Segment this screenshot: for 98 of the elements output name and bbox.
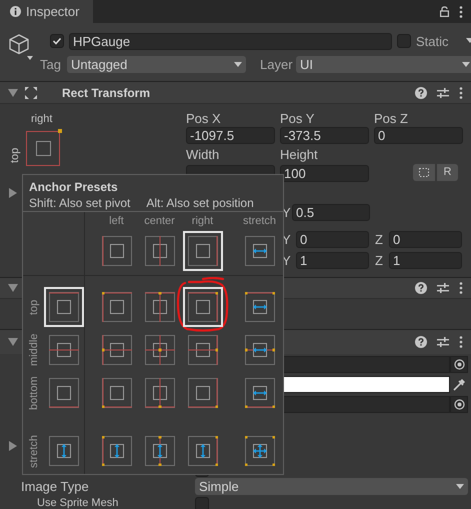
anchor-icon (144, 436, 174, 466)
anchor-icon (244, 378, 274, 408)
checkbox[interactable] (195, 497, 209, 509)
number-field[interactable]: 100 (280, 165, 369, 182)
anchor-icon (144, 292, 174, 322)
collapsed-triangle-icon[interactable] (8, 441, 18, 451)
popup-title: Anchor Presets (29, 181, 119, 193)
anchor-icon (144, 335, 174, 365)
column-label: left (109, 216, 124, 229)
more-options-icon[interactable] (459, 86, 463, 98)
checkbox[interactable] (50, 34, 64, 48)
object-picker-button[interactable] (450, 396, 468, 413)
anchor-icon (188, 292, 218, 322)
component-title: Rect Transform (62, 86, 150, 98)
check-icon (52, 36, 62, 46)
expanded-triangle-icon[interactable] (8, 337, 18, 347)
anchor-icon (244, 436, 274, 466)
field-label: Pos X (186, 112, 222, 127)
move-arrows-icon (25, 86, 37, 98)
object-picker-button[interactable] (450, 356, 468, 373)
field-label: Height (280, 148, 319, 163)
info-icon (10, 6, 21, 17)
more-options-icon[interactable] (459, 282, 463, 294)
hint-text: Alt: Also set position (146, 197, 254, 209)
help-icon[interactable] (415, 282, 427, 294)
anchor-icon (102, 436, 132, 466)
number-field[interactable]: 1 (389, 252, 462, 269)
anchor-icon (102, 335, 132, 365)
name-field[interactable]: HPGauge (69, 32, 392, 50)
anchor-vertical-label: top (10, 146, 21, 165)
anchor-icon (244, 236, 274, 266)
sliders-icon[interactable] (436, 86, 450, 98)
anchor-icon (49, 335, 79, 365)
help-icon[interactable] (415, 336, 427, 348)
field-label: Z (375, 233, 384, 246)
anchor-icon (49, 436, 79, 466)
anchor-icon (244, 292, 274, 322)
row-label: top (29, 298, 41, 317)
number-field[interactable]: 0 (296, 231, 369, 248)
number-field[interactable]: 1 (296, 252, 369, 269)
number-field[interactable]: -1097.5 (186, 127, 275, 144)
number-field[interactable]: -373.5 (280, 127, 369, 144)
expanded-triangle-icon[interactable] (8, 283, 18, 293)
field-label: Pos Z (374, 112, 409, 127)
layer-dropdown[interactable]: UI (296, 56, 471, 73)
anchor-icon (102, 292, 132, 322)
expanded-triangle-icon[interactable] (8, 88, 18, 98)
anchor-icon (144, 378, 174, 408)
sliders-icon[interactable] (436, 282, 450, 294)
number-field[interactable]: 0 (389, 231, 462, 248)
help-icon[interactable] (415, 86, 427, 98)
number-field[interactable]: 0.5 (292, 204, 370, 221)
dashed-square-icon (419, 168, 429, 177)
tag-dropdown[interactable]: Untagged (67, 56, 246, 73)
anchor-icon (144, 236, 174, 266)
cube-icon[interactable] (8, 33, 34, 61)
row-label: bottom (29, 375, 41, 412)
collapsed-triangle-icon[interactable] (8, 188, 18, 198)
target-icon (454, 359, 464, 370)
field-label: Pos Y (280, 112, 316, 127)
caret-icon (462, 62, 470, 67)
column-label: stretch (242, 216, 276, 229)
anchor-horizontal-label: right (31, 114, 52, 125)
row-label: stretch (29, 434, 41, 470)
field-label: Use Sprite Mesh (37, 497, 120, 509)
anchor-icon (244, 335, 274, 365)
image-type-dropdown[interactable]: Simple (195, 478, 468, 495)
anchor-icon (102, 236, 132, 266)
lock-icon[interactable] (440, 6, 449, 17)
static-label: Static (416, 34, 449, 48)
field-label: Width (186, 148, 220, 163)
anchor-icon (188, 335, 218, 365)
anchor-icon (49, 378, 79, 408)
column-label: right (192, 216, 214, 229)
anchor-icon (188, 378, 218, 408)
row-label: middle (29, 332, 41, 368)
more-options-icon[interactable] (459, 336, 463, 348)
inspector-tab[interactable]: Inspector (0, 0, 93, 23)
field-label: Image Type (21, 480, 90, 493)
checkbox[interactable] (397, 34, 411, 48)
caret-icon (456, 484, 464, 489)
anchor-icon (49, 292, 79, 322)
more-options-icon[interactable] (459, 6, 463, 18)
anchor-icon (188, 236, 218, 266)
hint-text: Shift: Also set pivot (29, 197, 130, 209)
caret-icon (234, 62, 242, 67)
anchor-icon (188, 436, 218, 466)
sliders-icon[interactable] (436, 336, 450, 348)
layer-label: Layer (260, 58, 294, 71)
target-icon (454, 399, 464, 410)
column-label: center (144, 216, 175, 229)
blueprint-button[interactable] (413, 164, 435, 181)
tab-title: Inspector (26, 5, 80, 18)
raw-edit-button[interactable]: R (437, 164, 458, 181)
anchor-icon (102, 378, 132, 408)
field-label: Z (375, 254, 384, 267)
tag-label: Tag (40, 58, 62, 71)
number-field[interactable]: 0 (374, 127, 463, 144)
